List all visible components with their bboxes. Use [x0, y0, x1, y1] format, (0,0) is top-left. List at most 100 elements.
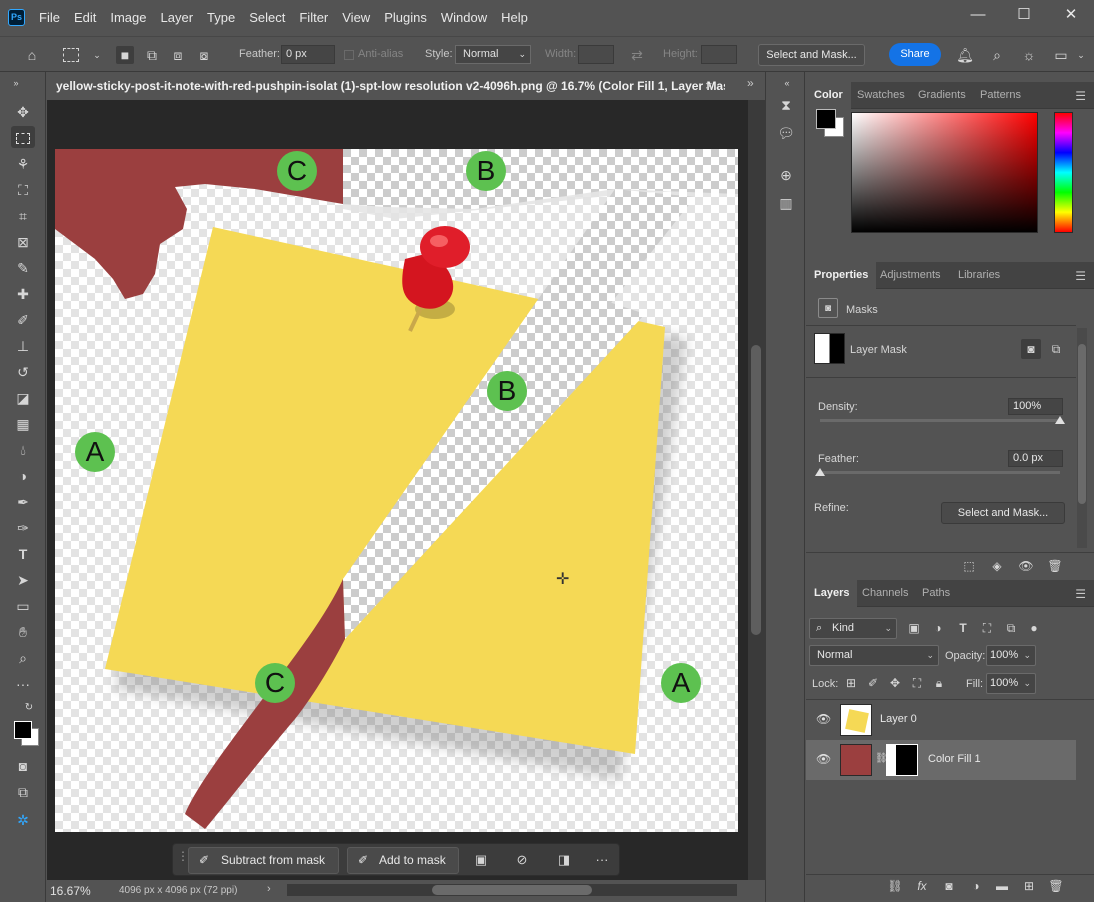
- tab-color[interactable]: Color: [806, 82, 851, 109]
- lock-image-icon[interactable]: ✐: [863, 673, 883, 693]
- tab-swatches[interactable]: Swatches: [849, 82, 913, 109]
- width-input[interactable]: [578, 45, 614, 64]
- horizontal-scroll-thumb[interactable]: [432, 885, 592, 895]
- healing-brush-tool-icon[interactable]: ✚: [11, 283, 35, 305]
- subtract-selection-icon[interactable]: ⧈: [169, 46, 187, 64]
- panel-foreground-swatch[interactable]: [816, 109, 836, 129]
- image-canvas[interactable]: C B B A A C ✛: [55, 149, 738, 832]
- properties-scrollbar[interactable]: [1077, 328, 1087, 548]
- more-options-icon[interactable]: ···: [591, 850, 613, 870]
- eraser-tool-icon[interactable]: ◪: [11, 387, 35, 409]
- lock-transparent-icon[interactable]: ⊞: [841, 673, 861, 693]
- tab-libraries[interactable]: Libraries: [950, 262, 1008, 289]
- blur-tool-icon[interactable]: 💧︎: [11, 439, 35, 461]
- histogram-panel-icon[interactable]: ▥: [775, 192, 797, 214]
- panel-expand-icon[interactable]: »: [747, 76, 754, 90]
- lock-all-icon[interactable]: 🔒︎: [929, 673, 949, 693]
- tab-properties[interactable]: Properties: [806, 262, 877, 289]
- intersect-selection-icon[interactable]: ⧇: [195, 46, 213, 64]
- brush-tool-icon[interactable]: ✐: [11, 309, 35, 331]
- hue-slider[interactable]: [1054, 112, 1073, 233]
- eyedropper-tool-icon[interactable]: ✎: [11, 257, 35, 279]
- properties-scroll-thumb[interactable]: [1078, 344, 1086, 504]
- collapse-strip-icon[interactable]: «: [780, 72, 794, 94]
- pen-tool-icon[interactable]: ✒: [11, 491, 35, 513]
- menu-file[interactable]: File: [32, 10, 67, 25]
- minimize-button[interactable]: —: [967, 6, 989, 24]
- chevron-down-icon[interactable]: ⌄: [1072, 46, 1090, 64]
- group-folder-icon[interactable]: ▬: [992, 876, 1012, 896]
- delete-mask-icon[interactable]: 🗑︎: [1045, 556, 1065, 576]
- rect-marquee-preset-icon[interactable]: [63, 48, 79, 62]
- screen-mode-icon[interactable]: ⧉: [11, 781, 35, 803]
- visibility-eye-icon[interactable]: 👁︎: [816, 712, 831, 726]
- menu-filter[interactable]: Filter: [292, 10, 335, 25]
- menu-image[interactable]: Image: [103, 10, 153, 25]
- horizontal-scrollbar[interactable]: [287, 884, 737, 896]
- path-selection-tool-icon[interactable]: ➤: [11, 569, 35, 591]
- share-button[interactable]: Share: [889, 43, 941, 66]
- layer-row-layer-0[interactable]: 👁︎ Layer 0: [806, 700, 1076, 740]
- new-layer-icon[interactable]: ⊞: [1019, 876, 1039, 896]
- link-layers-icon[interactable]: ⛓: [885, 876, 905, 896]
- crop-tool-icon[interactable]: ⌗: [11, 205, 35, 227]
- collapse-toolbar-icon[interactable]: »: [4, 72, 28, 94]
- antialias-checkbox[interactable]: [344, 50, 354, 60]
- filter-pixel-icon[interactable]: ▣: [904, 618, 924, 638]
- document-tab[interactable]: yellow-sticky-post-it-note-with-red-push…: [47, 72, 725, 100]
- vertical-scrollbar[interactable]: [748, 100, 765, 880]
- tab-channels[interactable]: Channels: [854, 580, 916, 607]
- history-panel-icon[interactable]: ⧗: [775, 94, 797, 116]
- navigator-panel-icon[interactable]: ⊕: [775, 164, 797, 186]
- blend-mode-select[interactable]: Normal ⌄: [809, 645, 939, 666]
- menu-select[interactable]: Select: [242, 10, 292, 25]
- filter-type-icon[interactable]: T: [953, 618, 973, 638]
- close-tab-icon[interactable]: ×: [705, 78, 713, 93]
- invert-mask-icon[interactable]: ◨: [553, 850, 575, 870]
- path-pen-tool-icon[interactable]: ✑: [11, 517, 35, 539]
- menu-layer[interactable]: Layer: [154, 10, 201, 25]
- layer-style-fx-icon[interactable]: fx: [912, 876, 932, 896]
- menu-type[interactable]: Type: [200, 10, 242, 25]
- rectangle-tool-icon[interactable]: ▭: [11, 595, 35, 617]
- height-input[interactable]: [701, 45, 737, 64]
- vertical-scroll-thumb[interactable]: [751, 345, 761, 635]
- tab-adjustments[interactable]: Adjustments: [872, 262, 949, 289]
- add-to-mask-button[interactable]: ✐ Add to mask: [347, 847, 459, 874]
- vector-mask-icon[interactable]: ⧉: [1046, 339, 1066, 359]
- new-selection-icon[interactable]: ■: [116, 46, 134, 64]
- delete-layer-icon[interactable]: 🗑︎: [1046, 876, 1066, 896]
- select-and-mask-button[interactable]: Select and Mask...: [758, 44, 865, 66]
- menu-plugins[interactable]: Plugins: [377, 10, 434, 25]
- color-fill-mask-thumbnail[interactable]: [886, 744, 918, 776]
- refine-select-and-mask-button[interactable]: Select and Mask...: [941, 502, 1065, 524]
- workspace-icon[interactable]: ▭: [1052, 46, 1070, 64]
- frame-x-tool-icon[interactable]: ⊠: [11, 231, 35, 253]
- history-brush-tool-icon[interactable]: ↺: [11, 361, 35, 383]
- bell-icon[interactable]: 🔔︎: [956, 46, 974, 64]
- density-slider-knob[interactable]: [1055, 416, 1065, 424]
- color-picker-field[interactable]: [851, 112, 1038, 233]
- feather-input[interactable]: 0 px: [281, 45, 335, 64]
- add-mask-icon[interactable]: ◙: [939, 876, 959, 896]
- apply-mask-icon[interactable]: ◈: [987, 556, 1007, 576]
- feather-slider-track[interactable]: [820, 471, 1060, 474]
- comments-panel-icon[interactable]: 💬︎: [775, 122, 797, 144]
- layer-filter-kind-select[interactable]: ⌕ Kind ⌄: [809, 618, 897, 639]
- panel-menu-icon[interactable]: ☰: [1075, 587, 1086, 601]
- zoom-level[interactable]: 16.67%: [50, 884, 91, 898]
- gradient-tool-icon[interactable]: ▦: [11, 413, 35, 435]
- adjustment-layer-icon[interactable]: ◑: [966, 876, 986, 896]
- quick-mask-icon[interactable]: ◙: [11, 755, 35, 777]
- add-selection-icon[interactable]: ⧉: [143, 46, 161, 64]
- subtract-from-mask-button[interactable]: ✐ Subtract from mask: [188, 847, 339, 874]
- feather-slider-knob[interactable]: [815, 468, 825, 476]
- filter-toggle-icon[interactable]: ●: [1024, 618, 1044, 638]
- filter-shape-icon[interactable]: ⛶: [977, 618, 997, 638]
- object-selection-tool-icon[interactable]: ⚘: [11, 153, 35, 175]
- load-selection-icon[interactable]: ⬚: [959, 556, 979, 576]
- layer-row-color-fill-1[interactable]: 👁︎ ⛓ Color Fill 1: [806, 740, 1076, 780]
- panel-menu-icon[interactable]: ☰: [1075, 269, 1086, 283]
- lock-position-icon[interactable]: ✥: [885, 673, 905, 693]
- density-input[interactable]: 100%: [1008, 398, 1063, 415]
